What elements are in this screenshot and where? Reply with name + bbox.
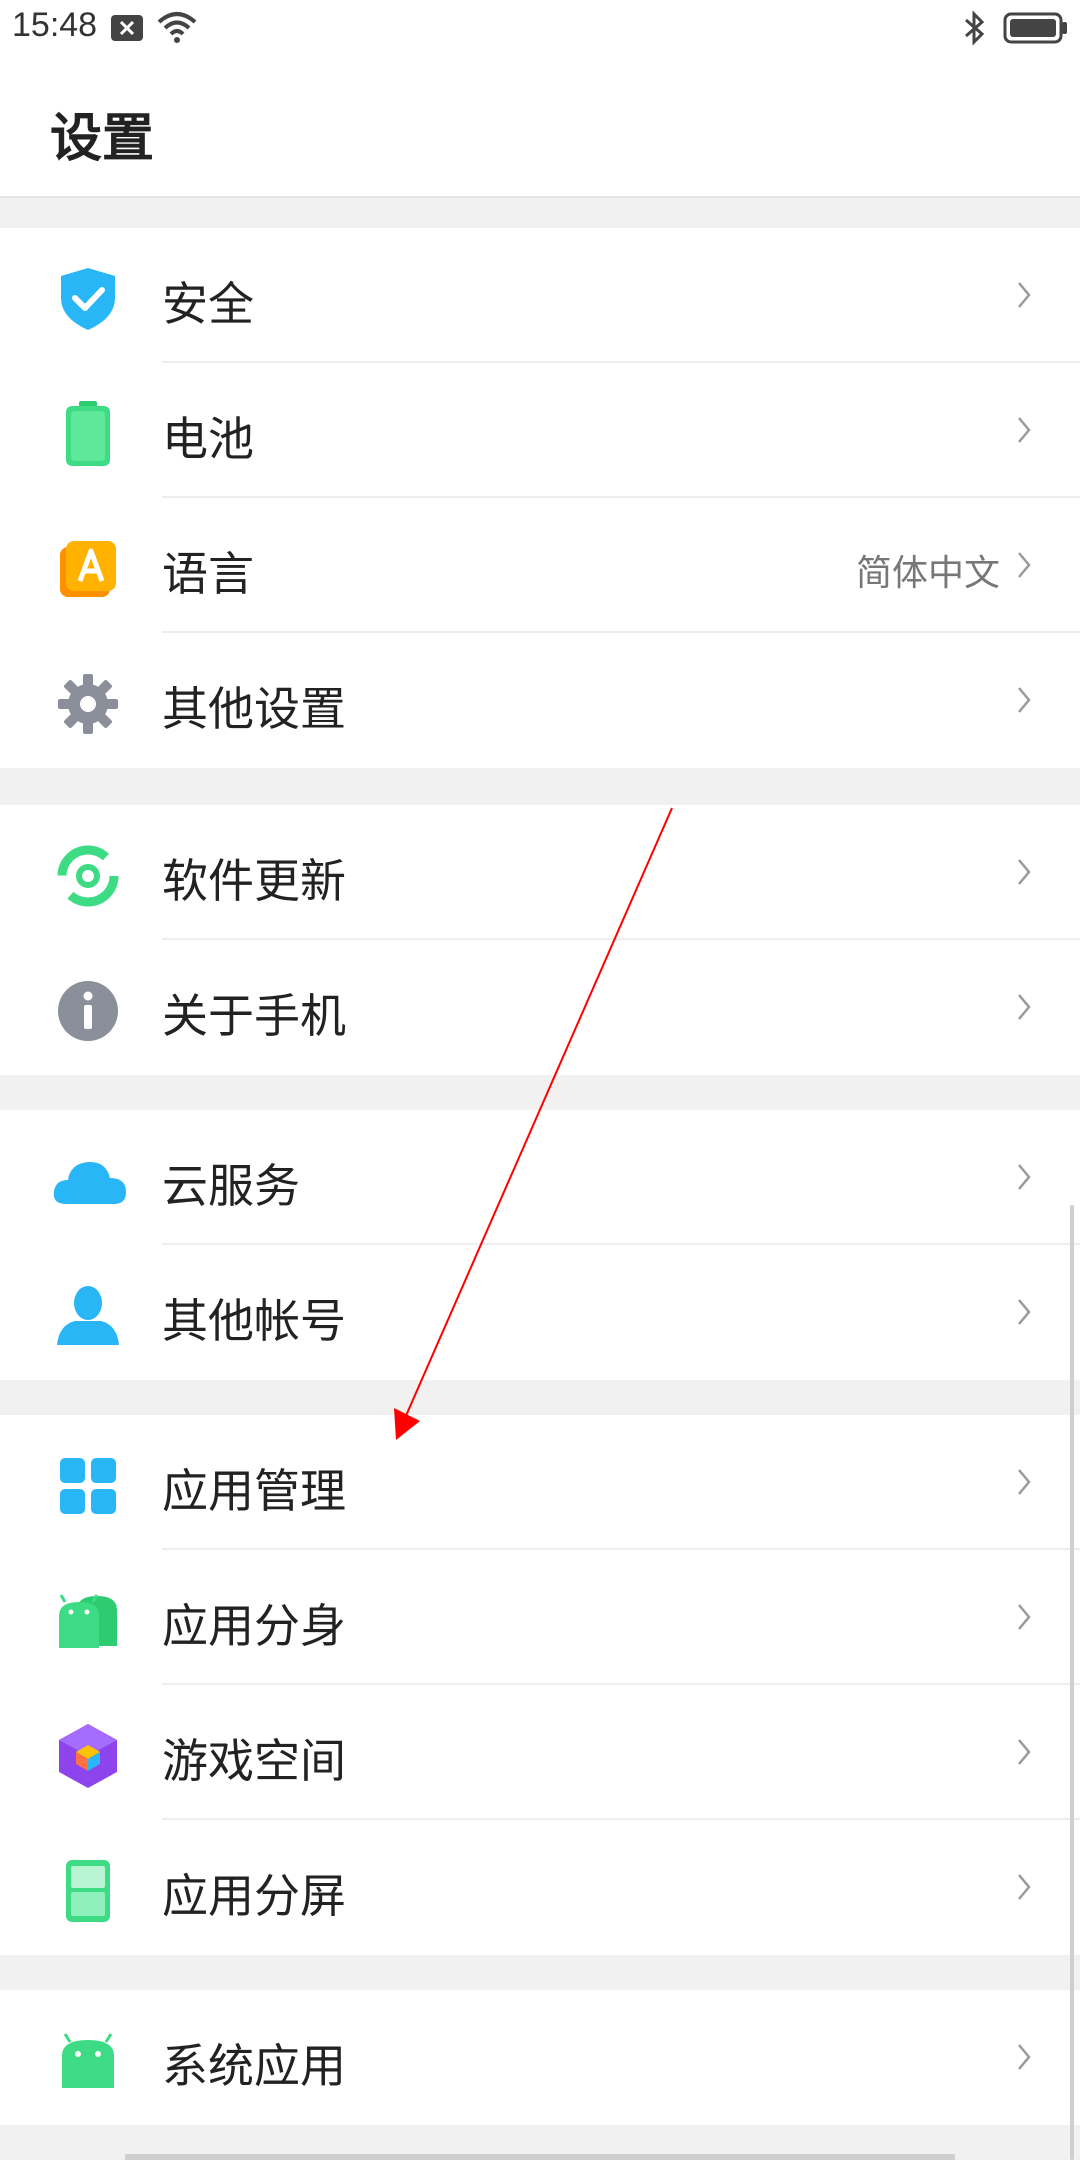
- swipe-arrow-icon: [394, 807, 673, 1440]
